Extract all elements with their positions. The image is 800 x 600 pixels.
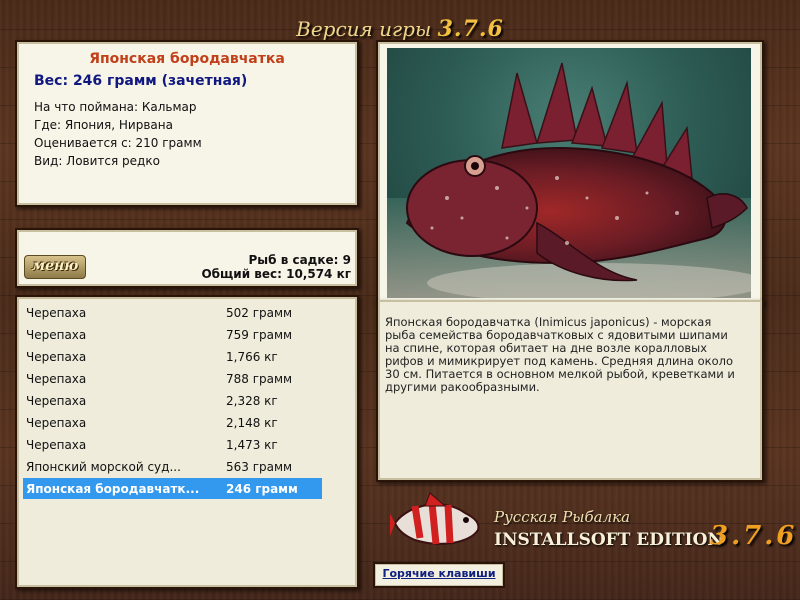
catch-fish-weight: 2,328 кг xyxy=(226,394,278,408)
catch-row[interactable]: Черепаха 2,328 кг xyxy=(23,390,322,411)
catch-row[interactable]: Японский морской суд... 563 грамм xyxy=(23,456,322,477)
keepnet-stats-panel: меню Рыб в садке: 9 Общий вес: 10,574 кг xyxy=(15,228,359,288)
brand-line1: Русская Рыбалка xyxy=(494,508,631,526)
brand-fish-icon xyxy=(390,492,480,545)
fish-count: Рыб в садке: 9 xyxy=(248,253,352,267)
catch-row[interactable]: Черепаха 1,473 кг xyxy=(23,434,322,455)
fish-details: На что поймана: Кальмар Где: Япония, Нир… xyxy=(34,98,357,170)
catch-row[interactable]: Черепаха 502 грамм xyxy=(23,302,322,323)
catch-fish-weight: 1,473 кг xyxy=(226,438,278,452)
catch-fish-name: Черепаха xyxy=(26,438,87,452)
catch-fish-name: Черепаха xyxy=(26,416,87,430)
menu-button[interactable]: меню xyxy=(24,255,86,279)
hotkeys-button[interactable]: Горячие клавиши xyxy=(373,562,505,588)
fish-bait: На что поймана: Кальмар xyxy=(34,100,197,114)
catch-fish-name: Черепаха xyxy=(26,350,87,364)
fish-photo-panel xyxy=(376,40,764,304)
fish-rarity: Вид: Ловится редко xyxy=(34,154,160,168)
catch-fish-weight: 1,766 кг xyxy=(226,350,278,364)
catch-fish-name: Японская бородавчатк... xyxy=(26,482,200,496)
catch-fish-weight: 759 грамм xyxy=(226,328,293,342)
catch-row[interactable]: Черепаха 759 грамм xyxy=(23,324,322,345)
catch-fish-name: Черепаха xyxy=(26,306,87,320)
catch-fish-weight: 563 грамм xyxy=(226,460,293,474)
fish-name: Японская бородавчатка xyxy=(89,51,285,67)
catch-fish-name: Черепаха xyxy=(26,394,87,408)
brand-line2: INSTALLSOFT EDITION xyxy=(494,530,723,550)
catch-fish-name: Черепаха xyxy=(26,328,87,342)
keepnet-stats: Рыб в садке: 9 Общий вес: 10,574 кг xyxy=(201,253,351,281)
fish-description: Японская бородавчатка (Inimicus japonicu… xyxy=(385,315,735,394)
catch-fish-name: Японский морской суд... xyxy=(26,460,181,474)
catch-fish-weight: 2,148 кг xyxy=(226,416,278,430)
brand-version: 3.7.6 xyxy=(710,521,798,551)
catch-row[interactable]: Черепаха 1,766 кг xyxy=(23,346,322,367)
catch-fish-weight: 246 грамм xyxy=(226,482,298,496)
fish-weight: Вес: 246 грамм (зачетная) xyxy=(34,73,248,89)
fish-photo xyxy=(387,48,751,298)
catch-row[interactable]: Японская бородавчатк... 246 грамм xyxy=(23,478,322,499)
catch-fish-name: Черепаха xyxy=(26,372,87,386)
fish-illustration xyxy=(387,62,751,298)
fish-rated-from: Оценивается с: 210 грамм xyxy=(34,136,202,150)
catch-row[interactable]: Черепаха 788 грамм xyxy=(23,368,322,389)
fish-info-panel: Японская бородавчатка Вес: 246 грамм (за… xyxy=(15,40,359,207)
catch-fish-weight: 502 грамм xyxy=(226,306,293,320)
title-version: 3.7.6 xyxy=(437,16,504,42)
game-title-bar: Версия игры 3.7.6 xyxy=(0,0,800,42)
catch-fish-weight: 788 грамм xyxy=(226,372,293,386)
game-brand: Русская Рыбалка INSTALLSOFT EDITION 3.7.… xyxy=(390,488,794,558)
fish-location: Где: Япония, Нирвана xyxy=(34,118,173,132)
catch-row[interactable]: Черепаха 2,148 кг xyxy=(23,412,322,433)
catch-list: Черепаха 502 грамм Черепаха 759 грамм Черепа… xyxy=(15,295,359,589)
total-weight: Общий вес: 10,574 кг xyxy=(201,267,351,281)
title-text: Версия игры 3.7.6 xyxy=(296,9,504,42)
fish-description-panel: Японская бородавчатка (Inimicus japonicu… xyxy=(376,300,764,482)
title-label: Версия игры xyxy=(296,17,432,41)
